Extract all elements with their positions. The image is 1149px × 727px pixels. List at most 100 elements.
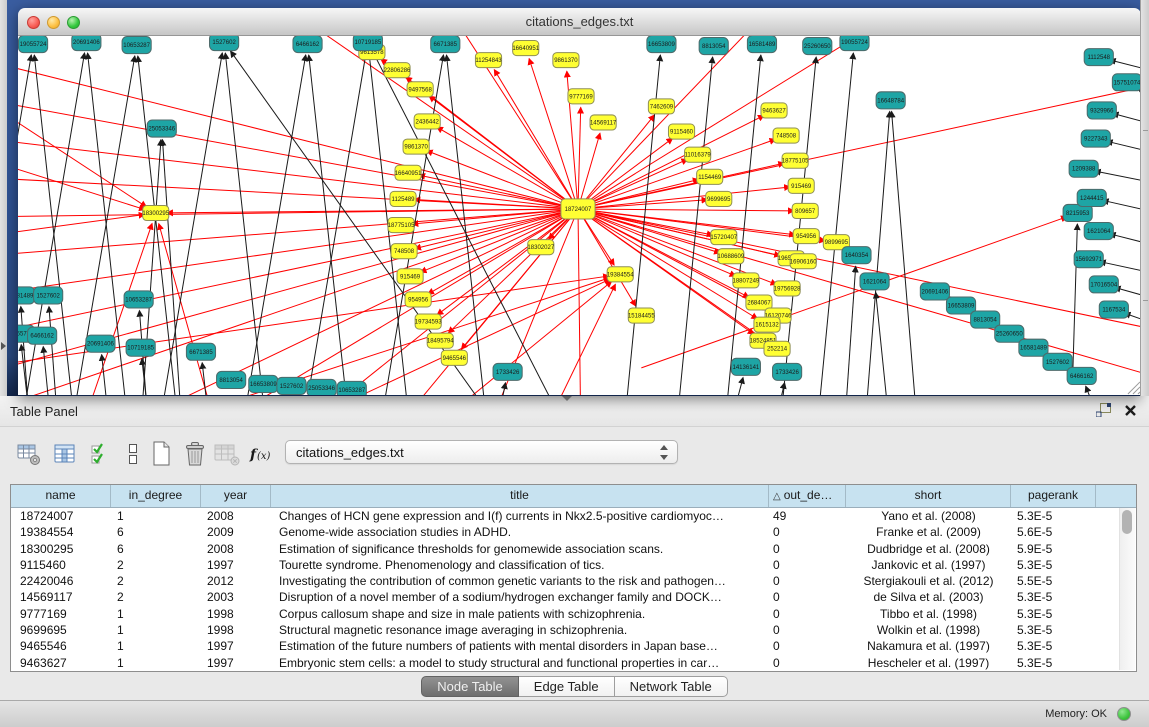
network-canvas[interactable]: 1872400796135782280628694975682436442986…	[18, 36, 1141, 395]
graph-node[interactable]: 9463627	[761, 103, 787, 118]
graph-node[interactable]: 9115460	[668, 124, 694, 139]
network-window-titlebar[interactable]: citations_edges.txt	[18, 8, 1141, 36]
table-row[interactable]: 977716911998Corpus callosum shape and si…	[11, 606, 1136, 622]
graph-node[interactable]: 16906160	[790, 254, 817, 269]
graph-node[interactable]: 809657	[792, 203, 818, 218]
graph-node[interactable]: 18300295	[142, 205, 169, 220]
table-row[interactable]: 1456911722003Disruption of a novel membe…	[11, 589, 1136, 605]
close-window-button[interactable]	[27, 16, 40, 29]
graph-node[interactable]: 18807249	[733, 273, 760, 288]
graph-node[interactable]: 20691406	[86, 335, 115, 352]
graph-node[interactable]: 7462609	[648, 99, 674, 114]
column-header-title[interactable]: title	[271, 485, 769, 507]
graph-node[interactable]: 25260650	[995, 325, 1024, 342]
graph-node[interactable]: 2436442	[414, 114, 440, 129]
table-row[interactable]: 969969511998Structural magnetic resonanc…	[11, 622, 1136, 638]
table-selector[interactable]: citations_edges.txt	[285, 440, 678, 464]
graph-node[interactable]: 19734593	[415, 314, 442, 329]
graph-node[interactable]: 22806286	[384, 63, 411, 78]
graph-node[interactable]: 19055724	[19, 36, 48, 53]
graph-node[interactable]: 915469	[397, 269, 423, 284]
splitter-arrow-icon[interactable]	[1, 342, 6, 350]
table-row[interactable]: 946554611997Estimation of the future num…	[11, 638, 1136, 654]
column-header-in_degree[interactable]: in_degree	[111, 485, 201, 507]
table-row[interactable]: 1872400712008Changes of HCN gene express…	[11, 508, 1136, 524]
column-header-pagerank[interactable]: pagerank	[1011, 485, 1096, 507]
graph-node[interactable]: 15720407	[710, 230, 737, 245]
delete-icon[interactable]	[180, 439, 210, 469]
right-splitter[interactable]	[1140, 0, 1149, 396]
graph-node[interactable]: 8813054	[971, 311, 1000, 328]
graph-node[interactable]: 252214	[764, 341, 790, 356]
minimize-window-button[interactable]	[47, 16, 60, 29]
graph-node[interactable]: 16640951	[512, 41, 539, 56]
function-builder-icon[interactable]: f (x)	[248, 439, 278, 469]
graph-node[interactable]: 1733426	[493, 363, 522, 380]
table-row[interactable]: 911546021997Tourette syndrome. Phenomeno…	[11, 557, 1136, 573]
modify-table-icon[interactable]	[14, 439, 44, 469]
graph-node[interactable]: 20691406	[920, 283, 949, 300]
close-panel-icon[interactable]	[1124, 404, 1137, 417]
graph-node[interactable]: 16581489	[747, 36, 776, 53]
vertical-scrollbar[interactable]	[1119, 508, 1135, 670]
graph-node[interactable]: 10719185	[353, 36, 382, 51]
graph-node[interactable]: 19055724	[840, 36, 869, 51]
graph-node[interactable]: 20691406	[72, 36, 101, 51]
graph-node[interactable]: 16581489	[1019, 339, 1048, 356]
graph-node[interactable]: 9699695	[706, 191, 732, 206]
graph-node[interactable]: 10719185	[126, 339, 155, 356]
graph-node[interactable]: 6466162	[293, 36, 322, 53]
scrollbar-thumb[interactable]	[1122, 510, 1132, 534]
graph-node[interactable]: 9861370	[403, 139, 429, 154]
graph-node[interactable]: 1209388	[1069, 160, 1098, 177]
graph-node[interactable]: 10653287	[122, 37, 151, 54]
graph-node[interactable]: 1733426	[773, 363, 802, 380]
graph-node[interactable]: 16648784	[876, 92, 905, 109]
show-columns-icon[interactable]	[50, 439, 80, 469]
graph-node[interactable]: 11016379	[684, 147, 711, 162]
graph-node[interactable]: 10653287	[124, 291, 153, 308]
graph-node[interactable]: 15692971	[1074, 251, 1103, 268]
graph-node[interactable]: 954956	[405, 292, 431, 307]
tab-network-table[interactable]: Network Table	[615, 676, 728, 697]
graph-node[interactable]: 915469	[788, 178, 814, 193]
graph-node[interactable]: 6671385	[186, 343, 215, 360]
graph-node[interactable]: 25260650	[803, 38, 832, 55]
graph-node[interactable]: 1244415	[1077, 189, 1106, 206]
graph-node[interactable]: 18495794	[427, 333, 454, 348]
graph-node[interactable]: 1112548	[1084, 49, 1113, 66]
graph-node[interactable]: 9465546	[441, 350, 467, 365]
graph-node[interactable]: 16653809	[249, 375, 278, 392]
graph-node[interactable]: 748508	[391, 244, 417, 259]
graph-node[interactable]: 18302027	[527, 240, 554, 255]
new-document-icon[interactable]	[146, 439, 176, 469]
float-panel-icon[interactable]	[1096, 403, 1111, 417]
table-row[interactable]: 946362711997Embryonic stem cells: a mode…	[11, 655, 1136, 671]
graph-node[interactable]: 1527602	[1043, 353, 1072, 370]
graph-node[interactable]: 9227343	[1081, 130, 1110, 147]
graph-node[interactable]: 19756928	[774, 281, 801, 296]
graph-node[interactable]: 18775105	[388, 218, 415, 233]
column-header-name[interactable]: name	[11, 485, 111, 507]
graph-node[interactable]: 25053346	[307, 379, 336, 395]
column-header-out_de[interactable]: △out_de…	[769, 485, 846, 507]
graph-node[interactable]: 1527602	[210, 36, 239, 51]
resize-grip-icon[interactable]	[1128, 382, 1140, 394]
graph-node[interactable]: 18775105	[782, 153, 809, 168]
graph-node[interactable]: 9497568	[407, 82, 433, 97]
graph-node[interactable]: 1167534	[1099, 301, 1128, 318]
graph-node[interactable]: 954956	[793, 229, 819, 244]
graph-node[interactable]: 16653809	[946, 297, 975, 314]
graph-node[interactable]: 14136141	[731, 358, 760, 375]
graph-node[interactable]: 14569117	[590, 115, 617, 130]
graph-node[interactable]: 748508	[773, 128, 799, 143]
graph-node[interactable]: 6671385	[431, 36, 460, 53]
graph-node[interactable]: 6466162	[28, 327, 57, 344]
graph-node[interactable]: 1615132	[754, 317, 780, 332]
select-rows-icon[interactable]	[86, 439, 116, 469]
left-splitter[interactable]	[0, 0, 7, 396]
graph-node[interactable]: 10653287	[337, 381, 366, 395]
graph-node[interactable]: 9861370	[553, 53, 579, 68]
graph-node[interactable]: 8813054	[217, 371, 246, 388]
graph-node[interactable]: 1527602	[34, 287, 63, 304]
